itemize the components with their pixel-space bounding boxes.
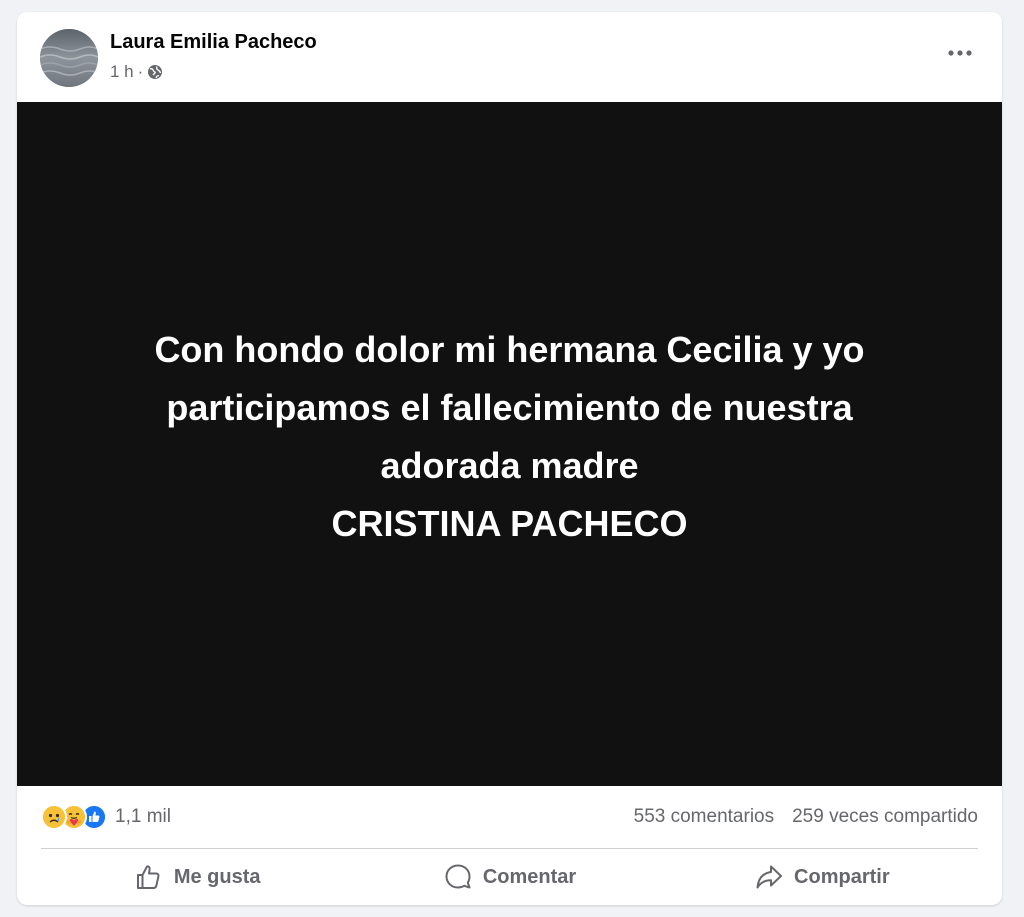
author-avatar[interactable] [40,29,98,87]
share-button[interactable]: Compartir [666,854,978,900]
post-actions: Me gusta Comentar Compartir [41,854,978,900]
thumbs-up-icon [136,865,160,889]
post-header: Laura Emilia Pacheco 1 h · [17,12,1002,102]
avatar-image [40,29,98,87]
comments-count[interactable]: 553 comentarios [634,806,774,828]
meta-separator: · [137,62,144,81]
image-text-line: participamos el fallecimiento de nuestra [166,387,853,428]
post-card: Laura Emilia Pacheco 1 h · Con hondo dol… [17,12,1002,905]
shares-count[interactable]: 259 veces compartido [792,806,978,828]
image-text-line: Con hondo dolor mi hermana Cecilia y yo [154,329,865,370]
engagement-counts: 553 comentarios 259 veces compartido [634,806,978,828]
like-label: Me gusta [173,865,261,888]
post-image[interactable]: Con hondo dolor mi hermana Cecilia y yo … [17,102,1002,786]
actions-divider [41,848,978,849]
share-label: Compartir [794,865,890,888]
sad-reaction-icon [41,804,67,830]
more-options-button[interactable] [942,38,978,68]
reaction-count[interactable]: 1,1 mil [115,806,171,828]
author-name[interactable]: Laura Emilia Pacheco [110,31,317,54]
post-image-text: Con hondo dolor mi hermana Cecilia y yo … [60,321,960,553]
post-time[interactable]: 1 h [110,62,134,82]
image-text-line: CRISTINA PACHECO [331,503,688,544]
comment-icon [445,864,471,889]
image-text-line: adorada madre [380,445,639,486]
like-button[interactable]: Me gusta [41,854,353,900]
post-meta: 1 h · [110,62,163,82]
more-options-icon [948,50,972,56]
comment-button[interactable]: Comentar [353,854,665,900]
post-stats: 1,1 mil 553 comentarios 259 veces compar… [17,786,1002,848]
reactions-summary[interactable]: 1,1 mil [41,804,171,830]
globe-icon [148,65,163,79]
share-icon [756,865,783,889]
comment-label: Comentar [482,865,577,888]
